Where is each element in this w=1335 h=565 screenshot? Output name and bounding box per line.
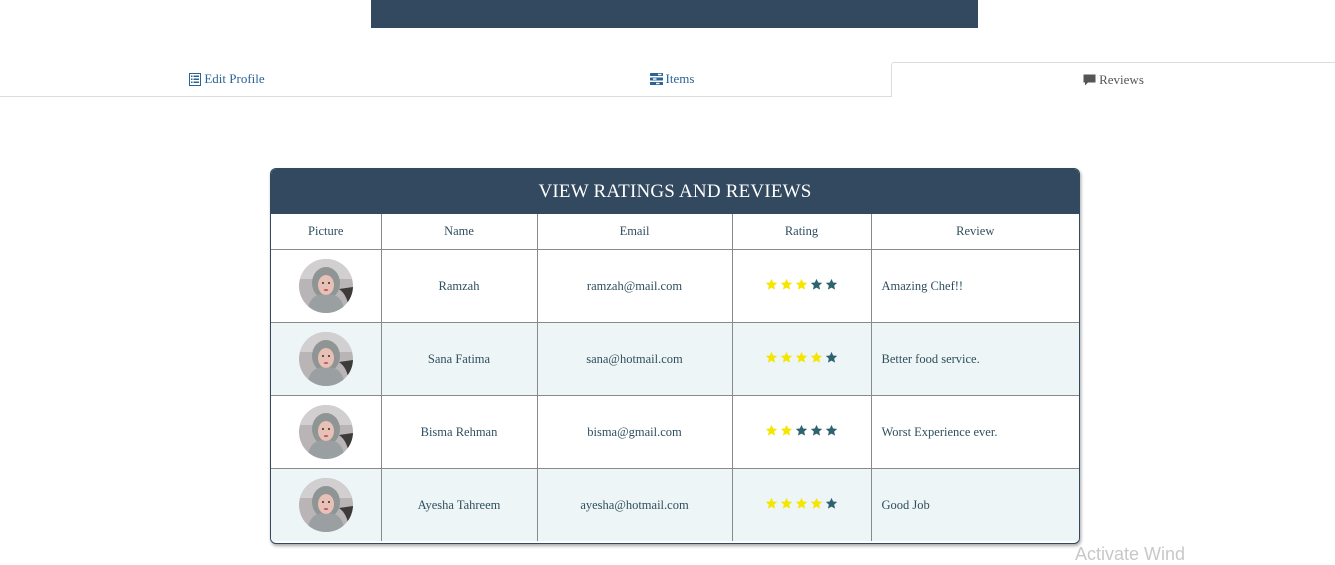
picture-cell <box>271 468 382 541</box>
star-filled-icon <box>780 278 793 291</box>
tab-reviews[interactable]: Reviews <box>891 62 1335 97</box>
table-row: Ramzah ramzah@mail.com Amazing Chef!! <box>271 249 1079 323</box>
comment-icon <box>1083 74 1096 87</box>
reviews-table: Picture Name Email Rating Review Ramzah r… <box>271 214 1079 541</box>
rating-cell <box>731 249 872 323</box>
panel-title: VIEW RATINGS AND REVIEWS <box>271 169 1079 214</box>
rating-cell <box>731 468 872 541</box>
star-rating <box>765 278 838 291</box>
reviews-table-body: Ramzah ramzah@mail.com Amazing Chef!! Sana … <box>271 249 1079 541</box>
star-filled-icon <box>765 497 778 510</box>
column-header-email: Email <box>536 214 733 250</box>
tab-edit-profile-label: Edit Profile <box>204 71 265 86</box>
star-filled-icon <box>795 497 808 510</box>
review-cell: Good Job <box>870 468 1079 541</box>
list-alt-icon <box>188 72 201 86</box>
star-filled-icon <box>780 351 793 364</box>
star-filled-icon <box>765 278 778 291</box>
review-cell: Better food service. <box>870 322 1079 396</box>
star-rating <box>765 424 838 437</box>
top-banner <box>371 0 978 28</box>
picture-cell <box>271 249 382 323</box>
rating-cell <box>731 322 872 396</box>
ratings-panel: VIEW RATINGS AND REVIEWS Picture Name Em… <box>270 168 1080 544</box>
name-cell: Ramzah <box>380 249 538 323</box>
star-rating <box>765 351 838 364</box>
star-empty-icon <box>810 424 823 437</box>
avatar <box>298 332 353 386</box>
star-rating <box>765 497 838 510</box>
name-cell: Ayesha Tahreem <box>380 468 538 541</box>
star-filled-icon <box>795 278 808 291</box>
picture-cell <box>271 395 382 469</box>
star-filled-icon <box>765 351 778 364</box>
star-filled-icon <box>810 351 823 364</box>
email-cell: ramzah@mail.com <box>536 249 733 323</box>
tasks-icon <box>649 73 663 86</box>
email-cell: ayesha@hotmail.com <box>536 468 733 541</box>
picture-cell <box>271 322 382 396</box>
column-header-review: Review <box>870 214 1079 250</box>
star-empty-icon <box>825 424 838 437</box>
review-cell: Amazing Chef!! <box>870 249 1079 323</box>
profile-tabs: Edit Profile Items Reviews <box>0 62 1335 98</box>
name-cell: Bisma Rehman <box>380 395 538 469</box>
avatar <box>298 478 353 532</box>
star-filled-icon <box>810 497 823 510</box>
column-header-picture: Picture <box>271 214 382 250</box>
star-empty-icon <box>795 424 808 437</box>
tab-reviews-label: Reviews <box>1099 72 1144 87</box>
star-filled-icon <box>780 497 793 510</box>
star-empty-icon <box>825 497 838 510</box>
column-header-rating: Rating <box>731 214 872 250</box>
star-filled-icon <box>795 351 808 364</box>
star-filled-icon <box>780 424 793 437</box>
review-cell: Worst Experience ever. <box>870 395 1079 469</box>
name-cell: Sana Fatima <box>380 322 538 396</box>
table-header-row: Picture Name Email Rating Review <box>271 214 1079 250</box>
star-empty-icon <box>810 278 823 291</box>
avatar <box>298 259 353 313</box>
avatar <box>298 405 353 459</box>
email-cell: sana@hotmail.com <box>536 322 733 396</box>
email-cell: bisma@gmail.com <box>536 395 733 469</box>
rating-cell <box>731 395 872 469</box>
table-row: Bisma Rehman bisma@gmail.com Worst Experie… <box>271 395 1079 469</box>
tab-items[interactable]: Items <box>453 62 891 97</box>
table-row: Ayesha Tahreem ayesha@hotmail.com Good Job <box>271 468 1079 541</box>
tab-edit-profile[interactable]: Edit Profile <box>0 62 453 97</box>
tab-items-label: Items <box>665 71 695 86</box>
column-header-name: Name <box>380 214 538 250</box>
star-empty-icon <box>825 278 838 291</box>
table-row: Sana Fatima sana@hotmail.com Better food s… <box>271 322 1079 396</box>
star-filled-icon <box>765 424 778 437</box>
star-empty-icon <box>825 351 838 364</box>
